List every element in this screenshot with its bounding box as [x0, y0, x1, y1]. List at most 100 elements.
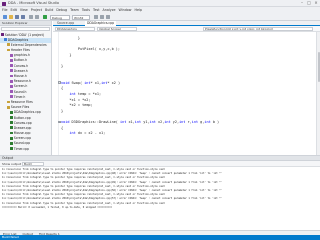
file-icon	[10, 136, 13, 140]
start-debugging-icon[interactable]	[43, 15, 47, 19]
undo-icon[interactable]	[29, 15, 33, 19]
tree-item-label: Timer.h	[13, 94, 26, 99]
file-icon	[7, 100, 10, 104]
tree-item-label: Timer.cpp	[13, 146, 29, 151]
code-line: }	[61, 64, 64, 68]
window-title: DDA - Microsoft Visual Studio	[8, 1, 59, 5]
code-editor: Source.cpp DDAGraphics.cpp DDAGraphics (G…	[53, 21, 320, 155]
tree-item-label: Drawer.h	[13, 68, 28, 73]
file-icon	[10, 69, 13, 73]
tree-item-label: Solution 'DDA' (1 project)	[4, 32, 44, 37]
code-line: }	[61, 52, 72, 57]
tree-item-label: Canvas.h	[13, 63, 29, 68]
file-icon	[7, 105, 10, 109]
tree-item[interactable]: Timer.cpp	[0, 147, 51, 152]
tree-item-label: Screen.cpp	[13, 136, 32, 141]
tree-item-label: Button.cpp	[13, 115, 31, 120]
menu-item-debug[interactable]: Debug	[56, 8, 67, 12]
find-icon[interactable]	[94, 15, 98, 19]
collapse-icon[interactable]: −	[58, 120, 61, 123]
file-icon	[10, 95, 13, 99]
open-file-icon[interactable]	[9, 15, 13, 19]
code-line: {	[61, 86, 64, 91]
tree-item-label: Button.h	[13, 58, 28, 63]
file-icon	[10, 90, 13, 93]
tree-item-label: Mouse.h	[13, 74, 27, 78]
tree-item-label: Screen.h	[13, 84, 28, 89]
collapse-icon[interactable]: −	[58, 81, 61, 84]
menu-item-analyze[interactable]: Analyze	[103, 8, 116, 12]
file-icon	[10, 116, 13, 119]
tree-item-label: graphics.h	[13, 53, 30, 58]
code-line: int temp = *x1;	[69, 92, 102, 96]
menu-item-help[interactable]: Help	[135, 8, 143, 12]
code-line: PutPixel( x,y,c,b );	[61, 47, 121, 52]
member-dropdown[interactable]: Pixelsfunction(int x,int y,int color, in…	[203, 26, 313, 32]
platform-dropdown[interactable]: Win32	[72, 14, 90, 20]
save-all-icon[interactable]	[21, 15, 25, 19]
uncomment-icon[interactable]	[106, 15, 110, 19]
file-icon	[10, 84, 13, 88]
output-toolbar: Show output from: Build	[0, 161, 320, 167]
configuration-dropdown[interactable]: Debug	[50, 14, 70, 20]
file-icon	[10, 110, 13, 114]
output-lines: 1> Conversion from integral type to poin…	[0, 167, 320, 211]
file-icon	[7, 48, 10, 52]
solution-tree: Solution 'DDA' (1 project) DDAGraphics Ext…	[0, 32, 51, 152]
file-icon	[10, 74, 13, 78]
file-icon	[10, 79, 13, 83]
solution-explorer: Solution Explorer Solution 'DDA' (1 proj…	[0, 21, 52, 155]
comment-icon[interactable]	[100, 15, 104, 19]
file-icon	[10, 53, 13, 57]
scope-dropdown[interactable]: (Global Scope)	[97, 26, 137, 32]
code-line: int dx = x2 - x1;	[69, 131, 106, 136]
vertical-scrollbar[interactable]	[316, 32, 320, 155]
code-line: }	[61, 108, 64, 113]
file-icon	[10, 64, 13, 68]
code-area[interactable]: } PutPixel( x,y,c,b ); }} void Swap( int*…	[53, 32, 316, 155]
output-pane: Output Show output from: Build 1> Conver…	[0, 155, 320, 240]
redo-icon[interactable]	[35, 15, 39, 19]
visual-studio-logo-icon	[2, 1, 6, 6]
output-line: ========== Build: 0 succeeded, 1 failed,…	[2, 205, 113, 209]
tree-item-label: Drawer.cpp	[13, 125, 32, 130]
file-icon	[4, 38, 7, 42]
menu-item-edit[interactable]: Edit	[11, 8, 17, 12]
menu-item-test[interactable]: Test	[93, 8, 100, 12]
tree-item-label: Resource Files	[10, 99, 33, 104]
file-icon	[10, 121, 13, 125]
maximize-icon[interactable]: □	[307, 1, 311, 5]
tree-item-label: Source Files	[10, 105, 30, 110]
file-icon	[1, 33, 4, 36]
solution-explorer-header: Solution Explorer	[0, 21, 51, 26]
tree-item-label: Header Files	[10, 48, 30, 53]
tree-item-label: Sound.cpp	[13, 141, 31, 146]
menu-item-view[interactable]: View	[20, 8, 28, 12]
status-bar: Build failed	[0, 235, 320, 240]
save-icon[interactable]	[15, 15, 19, 19]
file-icon	[10, 147, 13, 151]
menu-item-window[interactable]: Window	[119, 8, 132, 12]
menu-item-tools[interactable]: Tools	[82, 8, 90, 12]
tree-item-label: DDAGraphics	[7, 37, 29, 42]
code-line: *x2 = temp;	[61, 103, 93, 108]
main-toolbar: Debug Win32	[0, 13, 320, 21]
output-source-dropdown[interactable]: Build	[22, 161, 44, 167]
new-project-icon[interactable]	[3, 15, 7, 19]
solution-search-input[interactable]	[1, 26, 50, 31]
code-line: }	[61, 36, 80, 40]
file-icon	[10, 131, 13, 135]
code-line: *x1 = *x2;	[61, 97, 91, 102]
menu-item-team[interactable]: Team	[70, 8, 79, 12]
file-icon	[7, 43, 10, 47]
window-controls: – □ ×	[300, 1, 318, 5]
code-line: void Swap( int* x1,int* x2 )	[61, 80, 121, 85]
project-dropdown[interactable]: DDAGraphics	[55, 26, 95, 32]
tree-item-label: Mouse.cpp	[13, 131, 31, 136]
menu-item-project[interactable]: Project	[31, 8, 42, 12]
close-icon[interactable]: ×	[314, 1, 318, 5]
menu-item-file[interactable]: File	[2, 8, 8, 12]
menu-item-build[interactable]: Build	[45, 8, 53, 12]
minimize-icon[interactable]: –	[300, 1, 304, 5]
code-line: void D3DGraphics::DrawLine( int x1,int y…	[61, 120, 220, 124]
